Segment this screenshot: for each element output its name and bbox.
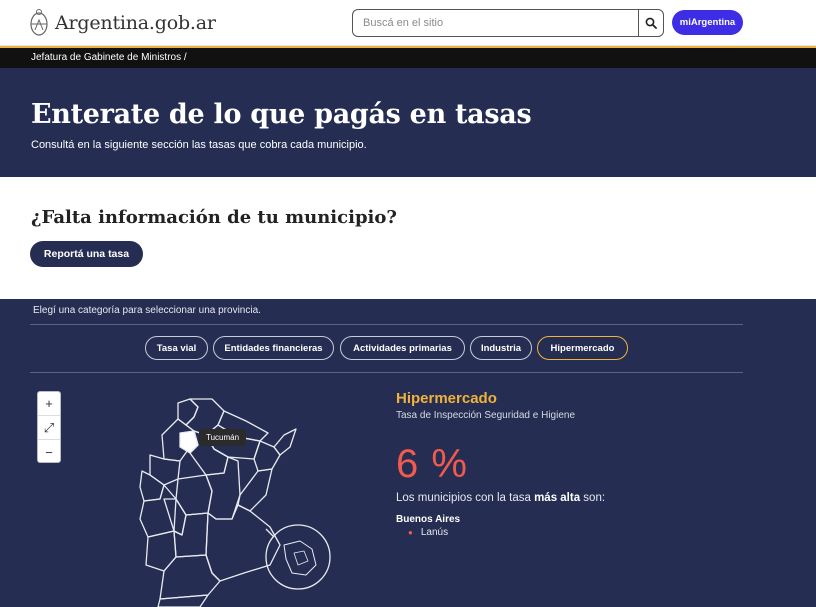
- chip-tasa-vial[interactable]: Tasa vial: [145, 336, 208, 360]
- highest-rate-label-suffix: son:: [580, 492, 606, 504]
- mi-argentina-button[interactable]: miArgentina: [672, 10, 743, 35]
- highest-rate-label-bold: más alta: [534, 492, 581, 504]
- municipality-list-item: ● Lanús: [408, 527, 448, 538]
- amba-inset-detail: [293, 550, 309, 566]
- map-zoom-controls: + ⤢ −: [37, 391, 61, 463]
- amba-inset-shape: [283, 540, 317, 576]
- province-mendoza: [139, 484, 177, 538]
- site-header: Argentina.gob.ar miArgentina: [0, 0, 816, 46]
- province-corrientes: [253, 440, 281, 472]
- zoom-in-button[interactable]: +: [38, 392, 60, 416]
- missing-info-section: ¿Falta información de tu municipio? Repo…: [0, 177, 816, 299]
- zoom-out-button[interactable]: −: [38, 440, 60, 464]
- breadcrumb: Jefatura de Gabinete de Ministros /: [0, 48, 816, 68]
- highest-rate-label-prefix: Los municipios con la tasa: [396, 492, 535, 504]
- page-subtitle: Consultá en la siguiente sección las tas…: [31, 139, 367, 151]
- map-tooltip: Tucumán: [199, 429, 247, 446]
- argentina-map[interactable]: [120, 395, 350, 607]
- amba-inset-circle: [265, 524, 331, 590]
- chip-industria[interactable]: Industria: [470, 336, 532, 360]
- coat-of-arms-icon: [30, 9, 48, 36]
- missing-info-title: ¿Falta información de tu municipio?: [31, 207, 397, 228]
- chip-entidades-financieras[interactable]: Entidades financieras: [213, 336, 334, 360]
- category-chips: Tasa vial Entidades financieras Activida…: [0, 336, 816, 360]
- rate-number: 6: [396, 442, 420, 486]
- chip-hipermercado[interactable]: Hipermercado: [537, 336, 628, 360]
- municipality-name: Lanús: [420, 527, 449, 538]
- tax-name: Tasa de Inspección Seguridad e Higiene: [396, 410, 576, 421]
- tax-explorer-panel: Elegí una categoría para seleccionar una…: [0, 299, 816, 607]
- rate-value: 6 %: [396, 442, 468, 487]
- selected-category-title: Hipermercado: [396, 390, 497, 407]
- province-la-rioja: [149, 454, 181, 486]
- bullet-icon: ●: [408, 528, 413, 537]
- search-button[interactable]: [638, 9, 664, 37]
- province-santa-fe: [205, 456, 241, 520]
- province-neuquen: [145, 530, 177, 572]
- fullscreen-button[interactable]: ⤢: [38, 416, 60, 440]
- province-cordoba: [175, 474, 213, 516]
- highest-rate-label: Los municipios con la tasa más alta son:: [396, 492, 605, 504]
- chip-actividades-primarias[interactable]: Actividades primarias: [340, 336, 465, 360]
- divider: [30, 372, 743, 373]
- province-entre-rios: [237, 468, 273, 512]
- province-chubut: [157, 594, 209, 607]
- hero-banner: Enterate de lo que pagás en tasas Consul…: [0, 68, 816, 177]
- rate-unit: %: [431, 442, 468, 486]
- province-name: Buenos Aires: [396, 514, 461, 525]
- province-la-pampa: [173, 512, 209, 558]
- category-hint: Elegí una categoría para seleccionar una…: [33, 305, 261, 316]
- divider: [30, 324, 743, 325]
- page-title: Enterate de lo que pagás en tasas: [31, 99, 532, 130]
- logo-text: Argentina.gob.ar: [55, 12, 216, 34]
- province-rio-negro: [159, 554, 221, 600]
- site-logo[interactable]: Argentina.gob.ar: [29, 6, 216, 40]
- breadcrumb-link[interactable]: Jefatura de Gabinete de Ministros /: [31, 52, 187, 63]
- search-icon: [645, 17, 657, 29]
- search-input[interactable]: [352, 9, 639, 37]
- report-tax-button[interactable]: Reportá una tasa: [30, 241, 143, 267]
